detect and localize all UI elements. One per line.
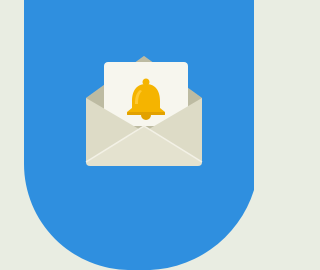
notification-illustration: [0, 0, 254, 270]
envelope-bell-illustration: [24, 0, 254, 270]
